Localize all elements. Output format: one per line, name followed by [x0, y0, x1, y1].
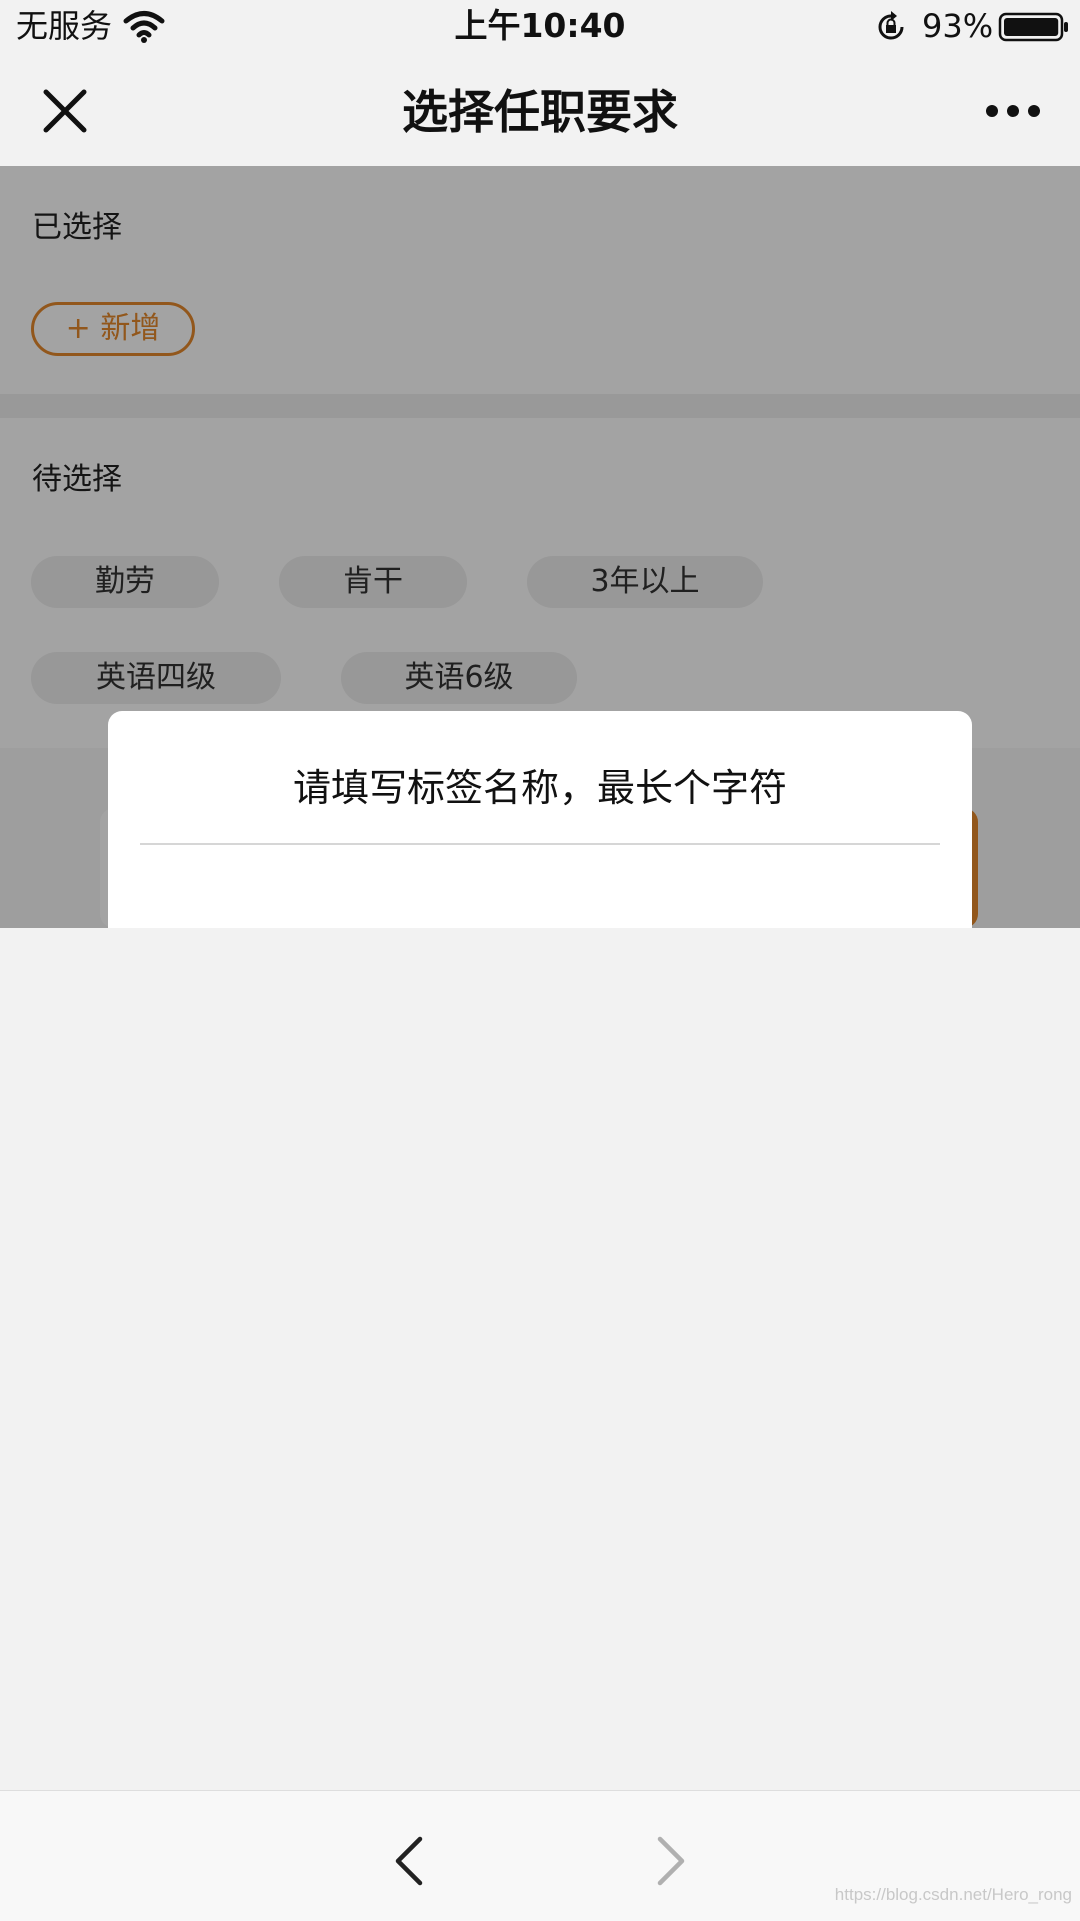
bottom-toolbar: https://blog.csdn.net/Hero_rong: [0, 1790, 1080, 1921]
dialog-title: 请填写标签名称，最长个字符: [292, 766, 787, 810]
nav-bar: 选择任职要求: [0, 56, 1080, 166]
chevron-left-icon[interactable]: [390, 1833, 430, 1889]
status-bar: 无服务 上午10:40 93%: [0, 0, 1080, 56]
page-title: 选择任职要求: [402, 85, 678, 139]
watermark: https://blog.csdn.net/Hero_rong: [834, 1885, 1072, 1904]
rotation-lock-icon: [878, 11, 904, 40]
battery-percent: 93%: [922, 7, 994, 45]
dialog-input-underline[interactable]: [140, 843, 940, 845]
clock: 上午10:40: [454, 6, 626, 45]
tag-name-dialog: 请填写标签名称，最长个字符: [108, 711, 972, 928]
battery-icon: [998, 12, 1068, 42]
more-icon[interactable]: [984, 100, 1042, 122]
chevron-right-icon[interactable]: [650, 1833, 690, 1889]
